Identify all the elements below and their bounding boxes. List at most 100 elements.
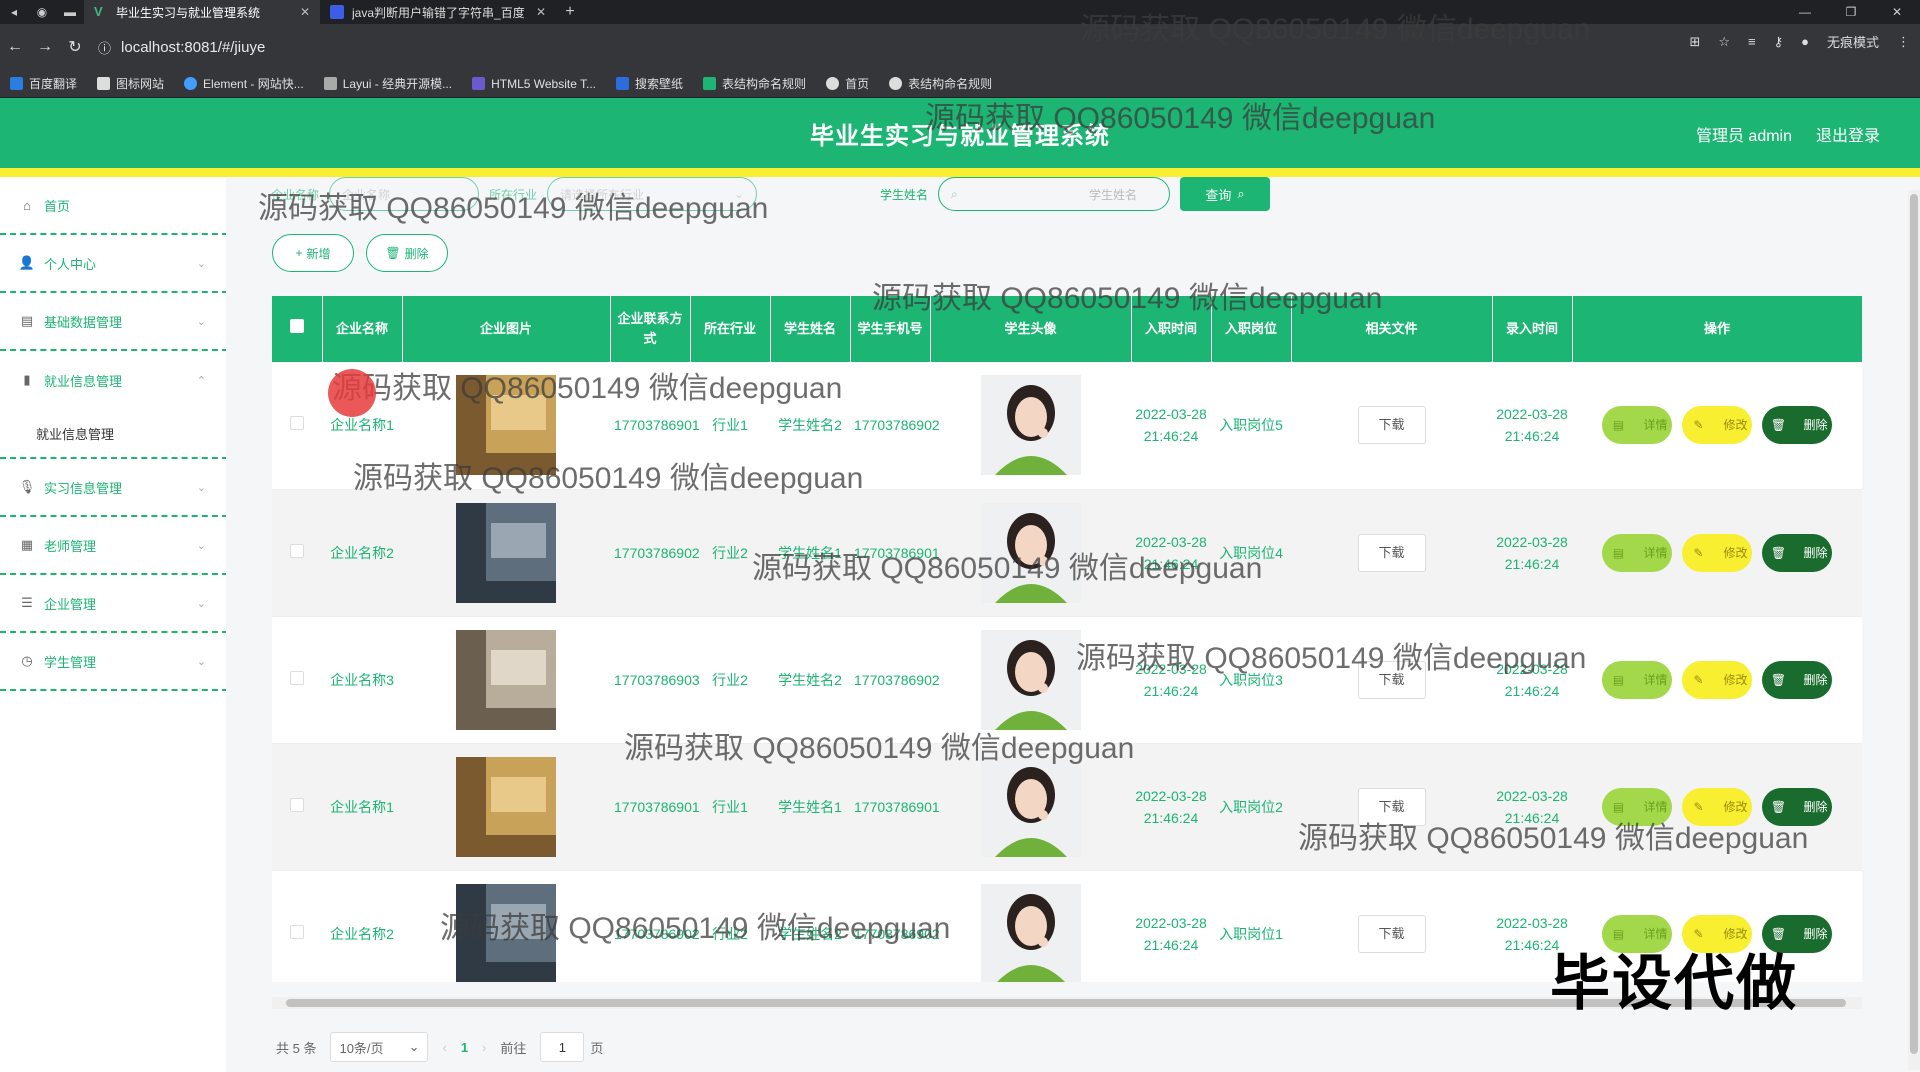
delete-button[interactable]: 🗑 删除: [1762, 660, 1832, 699]
minimize-icon[interactable]: —: [1782, 0, 1828, 24]
edit-button[interactable]: ✎ 修改: [1682, 787, 1752, 826]
download-button[interactable]: 下载: [1357, 787, 1426, 826]
bookmark[interactable]: Layui - 经典开源模...: [323, 75, 452, 92]
delete-button[interactable]: 🗑 删除: [1762, 787, 1832, 826]
sidebar-subitem-employment-info[interactable]: 就业信息管理: [0, 409, 228, 459]
company-name: 企业名称3: [322, 616, 402, 744]
query-button[interactable]: 查询 ⌕: [1180, 177, 1271, 211]
company-image[interactable]: [456, 883, 556, 983]
select-all-checkbox[interactable]: [289, 319, 304, 333]
speaker-icon[interactable]: ◂: [0, 0, 28, 24]
reading-list-icon[interactable]: ≡: [1748, 34, 1756, 49]
row-checkbox[interactable]: [290, 924, 304, 939]
table-header-row: 企业名称 企业图片 企业联系方式 所在行业 学生姓名 学生手机号 学生头像 入职…: [272, 296, 1862, 362]
new-tab-icon[interactable]: +: [556, 0, 584, 24]
bookmark[interactable]: 表结构命名规则: [703, 75, 806, 92]
sidebar-item-company[interactable]: ☰ 企业管理 ⌄: [0, 575, 228, 633]
download-button[interactable]: 下载: [1357, 533, 1426, 572]
detail-button[interactable]: ▤ 详情: [1602, 406, 1672, 445]
download-button[interactable]: 下载: [1357, 914, 1426, 953]
industry-select[interactable]: 请选择所在行业 ⌄: [547, 177, 758, 211]
browser-tab-active[interactable]: V 毕业生实习与就业管理系统 ✕: [84, 0, 320, 24]
student-avatar[interactable]: [980, 375, 1081, 476]
browser-tab[interactable]: java判断用户输错了字符串_百度 ✕: [320, 0, 556, 24]
row-checkbox[interactable]: [290, 543, 304, 558]
restore-icon[interactable]: ❐: [1828, 0, 1874, 24]
row-checkbox[interactable]: [290, 797, 304, 812]
student-search-input[interactable]: ⌕ 学生姓名: [938, 177, 1171, 211]
company-image[interactable]: [456, 502, 556, 603]
browser-logo-icon[interactable]: ◉: [28, 0, 56, 24]
next-page-icon[interactable]: ›: [482, 1040, 486, 1055]
company-search-input[interactable]: 企业名称: [329, 177, 480, 211]
bookmark[interactable]: 图标网站: [97, 75, 164, 92]
student-avatar[interactable]: [980, 502, 1081, 603]
bookmark[interactable]: 首页: [826, 75, 869, 92]
bookmark[interactable]: 搜索壁纸: [616, 75, 683, 92]
company-contact: 17703786903: [610, 616, 700, 744]
company-image[interactable]: [456, 375, 556, 476]
sidebar-item-teacher[interactable]: ▦ 老师管理 ⌄: [0, 517, 228, 575]
delete-button[interactable]: 🗑 删除: [1762, 533, 1832, 572]
batch-delete-button[interactable]: 🗑 删除: [366, 234, 448, 272]
sidebar-item-label: 个人中心: [44, 256, 97, 272]
company-image[interactable]: [456, 629, 556, 730]
detail-button[interactable]: ▤ 详情: [1602, 660, 1672, 699]
bookmark[interactable]: HTML5 Website T...: [472, 77, 596, 91]
company-contact: 17703786902: [610, 870, 700, 982]
bookmark[interactable]: 表结构命名规则: [889, 75, 992, 92]
prev-page-icon[interactable]: ‹: [442, 1040, 446, 1055]
edit-button[interactable]: ✎ 修改: [1682, 660, 1752, 699]
reload-icon[interactable]: ↻: [60, 32, 90, 62]
student-avatar[interactable]: [980, 883, 1081, 983]
sidebar-item-profile[interactable]: 👤 个人中心 ⌄: [0, 235, 228, 293]
download-button[interactable]: 下载: [1357, 660, 1426, 699]
sidebar-item-employment[interactable]: ▮ 就业信息管理 ⌃: [0, 351, 228, 409]
close-tab-icon[interactable]: ✕: [300, 5, 310, 19]
key-icon[interactable]: ⚷: [1774, 34, 1784, 50]
tab-overview-icon[interactable]: ▬: [56, 0, 84, 24]
edit-button[interactable]: ✎ 修改: [1682, 533, 1752, 572]
sidebar-item-internship[interactable]: 🎙 实习信息管理 ⌄: [0, 459, 228, 517]
bookmark[interactable]: 百度翻译: [10, 75, 77, 92]
search-icon: ⌕: [951, 186, 958, 201]
logout-link[interactable]: 退出登录: [1816, 122, 1880, 146]
detail-button[interactable]: ▤ 详情: [1602, 533, 1672, 572]
scrollbar-thumb[interactable]: [1910, 194, 1918, 1054]
close-window-icon[interactable]: ✕: [1874, 0, 1920, 24]
student-avatar[interactable]: [980, 756, 1081, 857]
download-button[interactable]: 下载: [1357, 406, 1426, 445]
vertical-scrollbar[interactable]: [1908, 190, 1920, 1070]
pencil-icon: ✎: [1693, 799, 1704, 814]
current-page[interactable]: 1: [461, 1040, 468, 1055]
sidebar-item-home[interactable]: ⌂ 首页: [0, 177, 228, 235]
profile-label[interactable]: 无痕模式: [1827, 32, 1879, 51]
sidebar-item-basic-data[interactable]: ▤ 基础数据管理 ⌄: [0, 293, 228, 351]
more-icon[interactable]: ⋮: [1897, 34, 1910, 50]
sidebar-item-label: 企业管理: [44, 596, 97, 612]
bookmark[interactable]: Element - 网站快...: [184, 75, 304, 92]
star-icon[interactable]: ☆: [1718, 34, 1730, 50]
forward-icon[interactable]: →: [30, 32, 60, 62]
chevron-down-icon: ⌄: [196, 539, 206, 552]
detail-button[interactable]: ▤ 详情: [1602, 787, 1672, 826]
record-time: 2022-03-28 21:46:24: [1492, 743, 1572, 871]
trash-icon: 🗑: [1770, 545, 1787, 560]
add-button[interactable]: + 新增: [272, 234, 354, 272]
row-checkbox[interactable]: [290, 416, 304, 431]
mic-icon: 🎙: [18, 479, 36, 494]
close-tab-icon[interactable]: ✕: [536, 5, 546, 19]
row-checkbox[interactable]: [290, 670, 304, 685]
goto-page-input[interactable]: 1: [540, 1032, 585, 1062]
back-icon[interactable]: ←: [0, 32, 30, 62]
company-image[interactable]: [456, 756, 556, 857]
sidebar-item-student[interactable]: ◷ 学生管理 ⌄: [0, 633, 228, 691]
student-avatar[interactable]: [980, 629, 1081, 730]
sidebar-item-label: 基础数据管理: [44, 314, 123, 330]
translate-icon[interactable]: ⊞: [1689, 34, 1700, 50]
page-size-select[interactable]: 10条/页 ⌄: [330, 1032, 429, 1062]
url-field[interactable]: ⓘ localhost:8081/#/jiuye: [98, 32, 1598, 62]
delete-button[interactable]: 🗑 删除: [1762, 406, 1832, 445]
document-icon: ▤: [1612, 672, 1625, 687]
edit-button[interactable]: ✎ 修改: [1682, 406, 1752, 445]
